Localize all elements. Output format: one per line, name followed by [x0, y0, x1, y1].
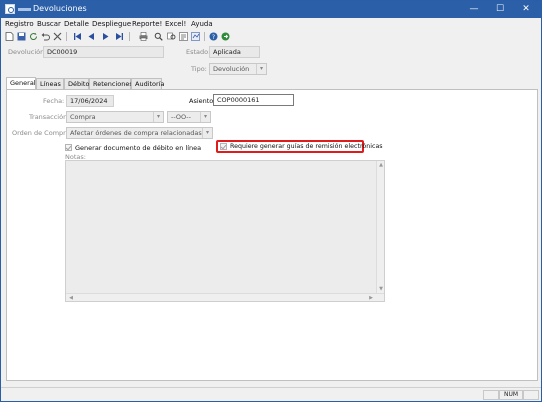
detail-view-icon[interactable] — [179, 32, 188, 41]
asiento-label: Asiento: — [189, 97, 216, 105]
help-icon[interactable]: ? — [209, 32, 218, 41]
title-prefix-bars — [18, 8, 31, 11]
guias-remision-checkbox[interactable] — [220, 143, 227, 150]
tab-auditoria[interactable]: Auditoría — [131, 78, 165, 89]
status-cell-empty — [483, 390, 499, 400]
scroll-right-icon[interactable]: ▶ — [367, 295, 375, 301]
refresh-icon[interactable] — [29, 32, 38, 41]
toolbar-separator — [204, 32, 205, 41]
transaccion-sub-value: --OO-- — [171, 113, 191, 121]
first-record-icon[interactable] — [73, 32, 82, 41]
tipo-label: Tipo: — [191, 65, 207, 73]
menu-bar: Registro Buscar Detalle Despliegue Repor… — [1, 18, 541, 31]
delete-icon[interactable] — [53, 32, 62, 41]
toolbar-separator — [129, 32, 130, 41]
devoluciones-window: Devoluciones — ☐ ✕ Registro Buscar Detal… — [0, 0, 542, 402]
fecha-field[interactable]: 17/06/2024 — [66, 95, 114, 107]
tab-lineas[interactable]: Líneas — [36, 78, 64, 89]
search-icon[interactable] — [154, 32, 163, 41]
exit-icon[interactable] — [221, 32, 230, 41]
num-lock-indicator: NUM — [499, 390, 523, 400]
print-icon[interactable] — [139, 32, 148, 41]
tipo-value: Devolución — [213, 65, 250, 73]
close-button[interactable]: ✕ — [516, 3, 536, 16]
chevron-down-icon[interactable]: ▾ — [200, 112, 210, 122]
notes-horizontal-scrollbar[interactable]: ◀ ▶ — [66, 293, 384, 301]
devolucion-field[interactable]: DC00019 — [43, 46, 164, 58]
guias-remision-label: Requiere generar guías de remisión elect… — [230, 143, 383, 150]
menu-ayuda[interactable]: Ayuda — [191, 20, 213, 28]
window-title: Devoluciones — [33, 4, 87, 13]
menu-reporte[interactable]: Reporte! — [132, 20, 162, 28]
fecha-label: Fecha: — [43, 97, 65, 105]
menu-despliegue[interactable]: Despliegue — [92, 20, 131, 28]
orden-value: Afectar órdenes de compra relacionadas — [70, 129, 202, 137]
orden-label: Orden de Compra: — [12, 129, 72, 137]
find-records-icon[interactable] — [167, 32, 176, 41]
tipo-select[interactable]: Devolución ▾ — [209, 63, 267, 75]
tab-debito[interactable]: Débito — [64, 78, 89, 89]
status-cell-empty — [523, 390, 539, 400]
notes-vertical-scrollbar[interactable]: ▲ ▼ — [376, 161, 384, 301]
app-icon — [5, 4, 15, 14]
chevron-down-icon[interactable]: ▾ — [202, 128, 212, 138]
new-document-icon[interactable] — [5, 32, 14, 41]
transaccion-sub-select[interactable]: --OO-- ▾ — [167, 111, 211, 123]
scroll-down-icon[interactable]: ▼ — [377, 286, 385, 292]
export-icon[interactable] — [191, 32, 200, 41]
transaccion-label: Transacción: — [29, 113, 70, 121]
estado-field[interactable]: Aplicada — [209, 46, 260, 58]
chevron-down-icon[interactable]: ▾ — [153, 112, 163, 122]
menu-buscar[interactable]: Buscar — [37, 20, 61, 28]
orden-select[interactable]: Afectar órdenes de compra relacionadas ▾ — [66, 127, 213, 139]
title-bar: Devoluciones — ☐ ✕ — [1, 1, 541, 18]
minimize-button[interactable]: — — [464, 3, 484, 16]
status-bar: NUM — [1, 387, 541, 401]
estado-label: Estado: — [186, 48, 211, 56]
last-record-icon[interactable] — [115, 32, 124, 41]
transaccion-select[interactable]: Compra ▾ — [66, 111, 164, 123]
maximize-button[interactable]: ☐ — [490, 3, 510, 16]
menu-detalle[interactable]: Detalle — [64, 20, 89, 28]
toolbar: ? — [1, 31, 541, 43]
menu-registro[interactable]: Registro — [5, 20, 34, 28]
scroll-left-icon[interactable]: ◀ — [67, 295, 75, 301]
notas-textarea[interactable]: ▲ ▼ ◀ ▶ — [65, 160, 385, 302]
generar-debito-label: Generar documento de débito en línea — [75, 144, 202, 152]
tab-general[interactable]: General — [6, 77, 36, 89]
previous-record-icon[interactable] — [87, 32, 96, 41]
menu-excel[interactable]: Excel! — [165, 20, 186, 28]
save-icon[interactable] — [17, 32, 26, 41]
generar-debito-checkbox[interactable] — [65, 144, 72, 151]
devolucion-label: Devolución: — [8, 48, 47, 56]
transaccion-value: Compra — [70, 113, 96, 121]
chevron-down-icon[interactable]: ▾ — [256, 64, 266, 74]
toolbar-separator — [66, 32, 67, 41]
next-record-icon[interactable] — [101, 32, 110, 41]
svg-text:?: ? — [212, 34, 215, 41]
undo-icon[interactable] — [41, 32, 50, 41]
scroll-up-icon[interactable]: ▲ — [377, 162, 385, 168]
tab-retenciones[interactable]: Retenciones — [89, 78, 133, 89]
asiento-field[interactable]: COP0000161 — [213, 94, 294, 106]
